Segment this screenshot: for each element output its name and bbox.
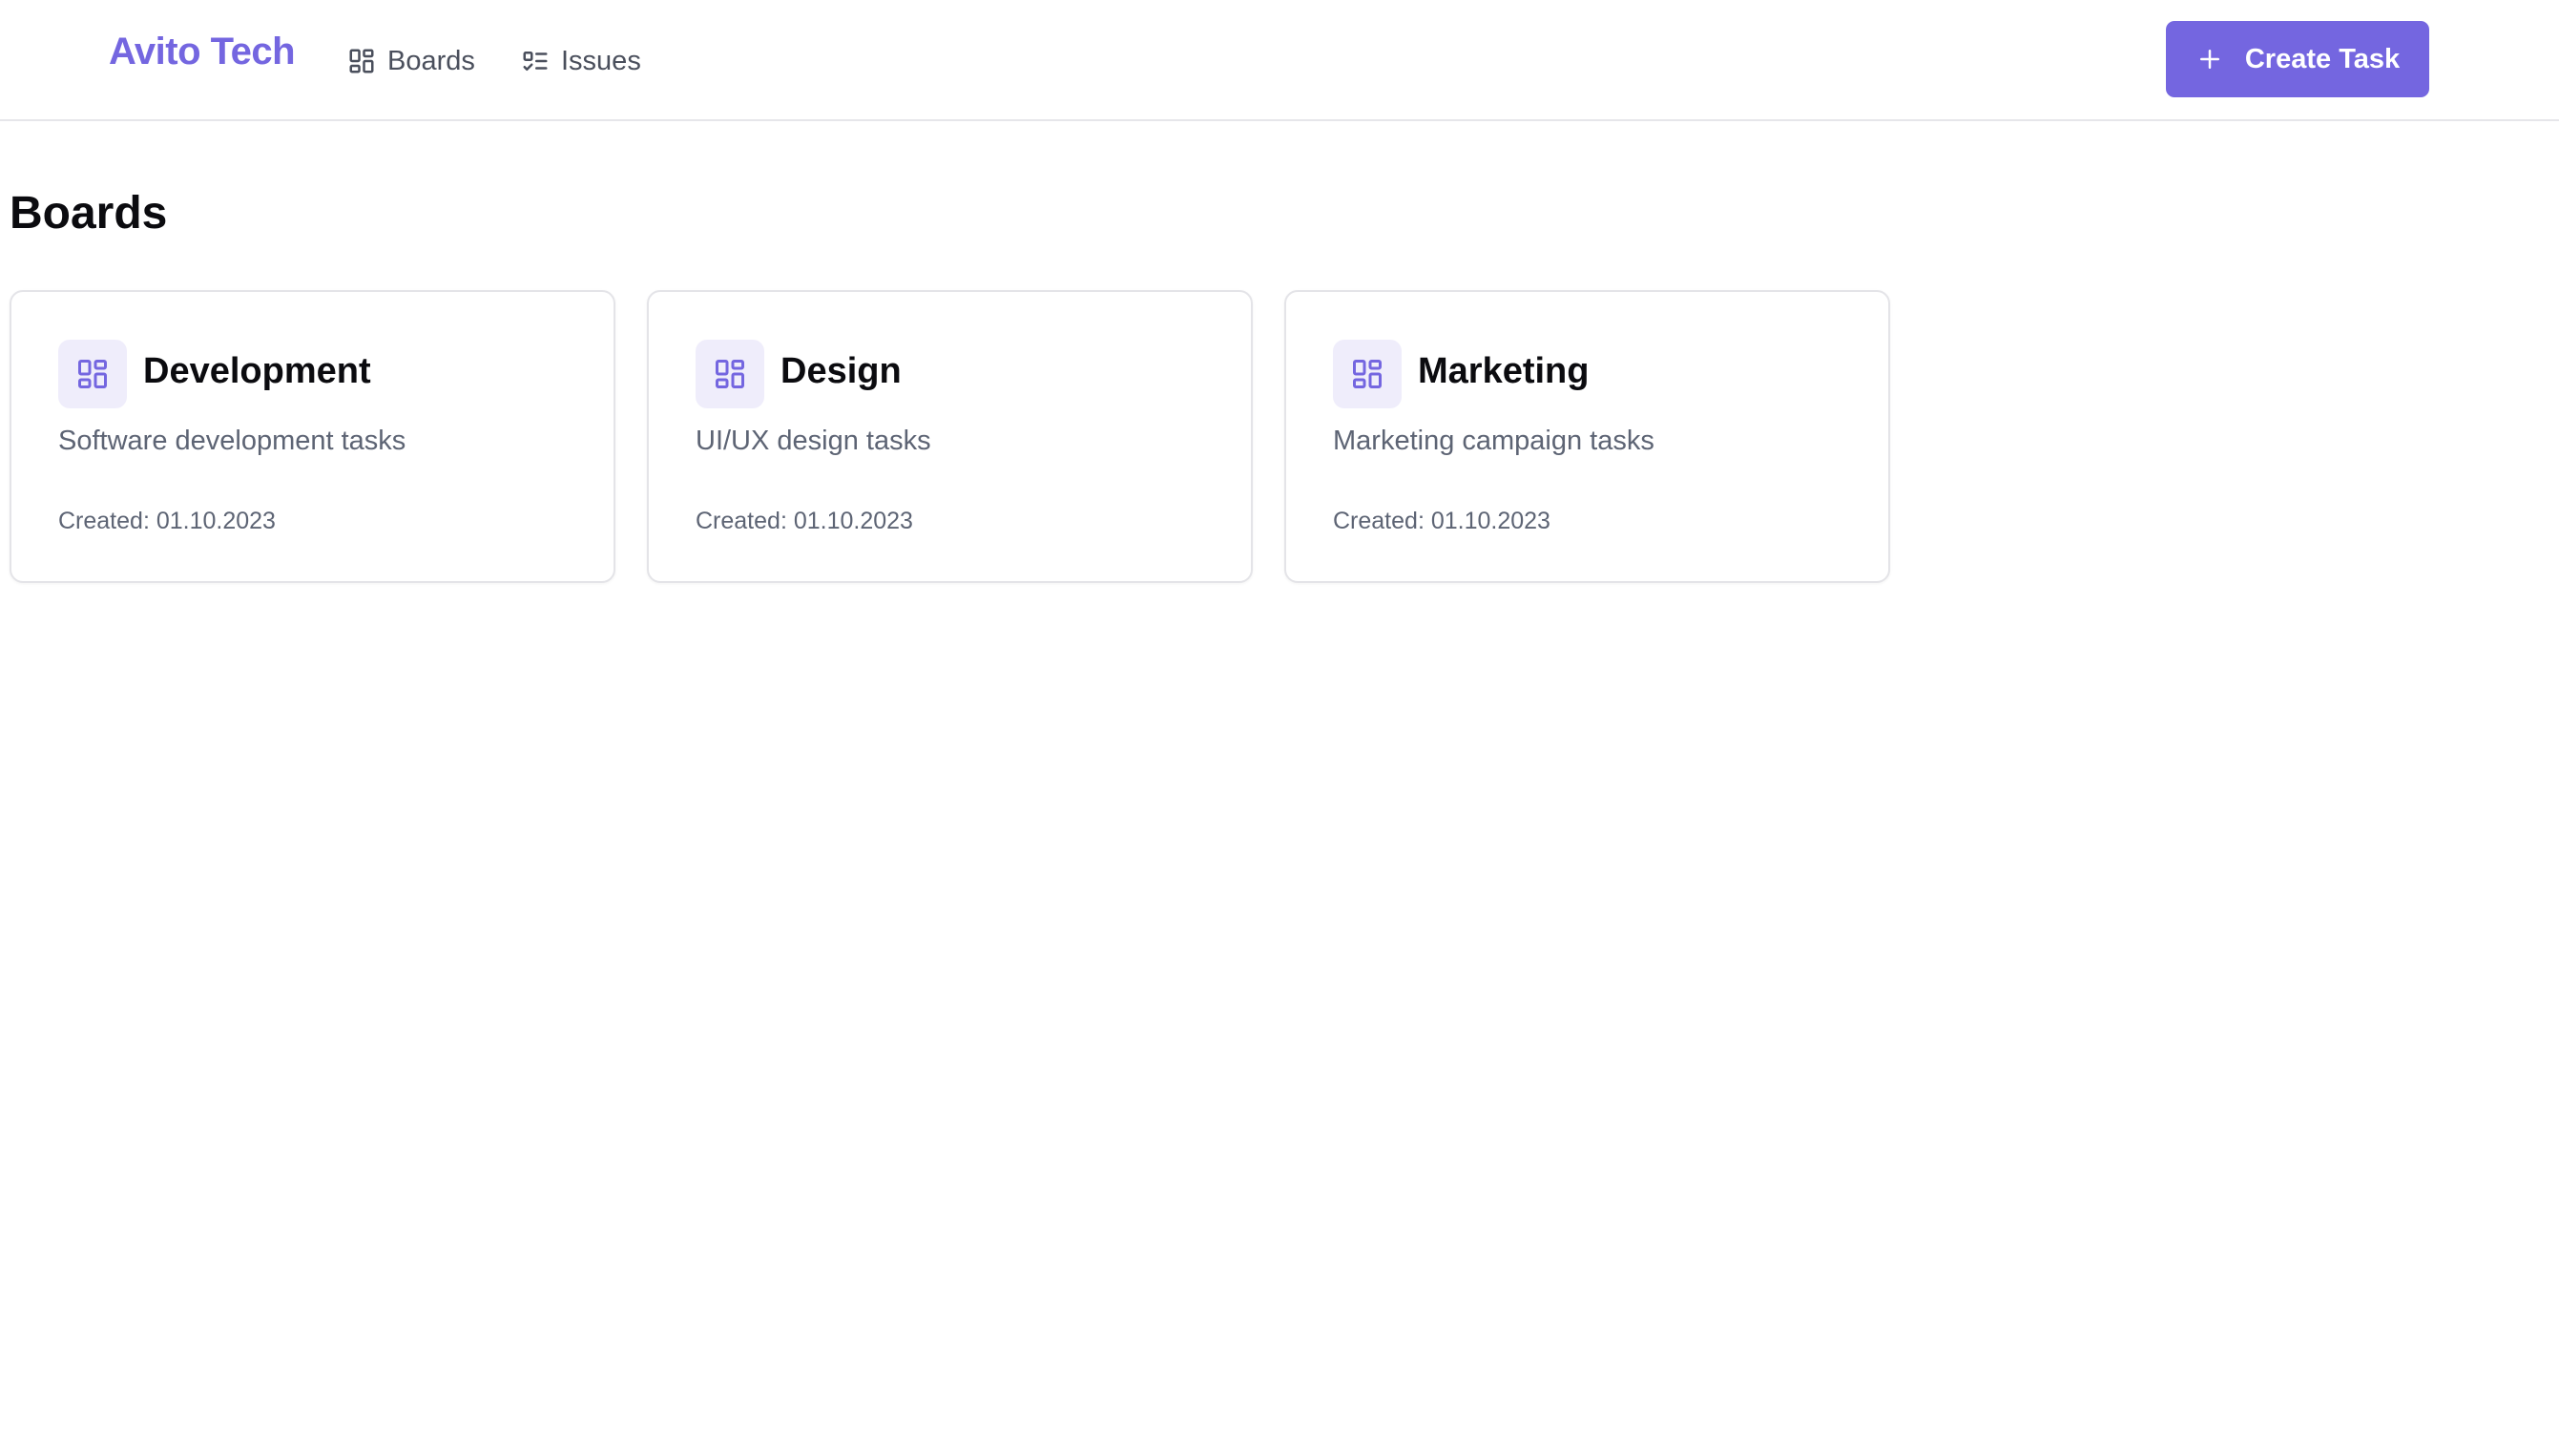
page-title: Boards (10, 188, 168, 239)
board-description: Marketing campaign tasks (1333, 426, 1654, 456)
plus-icon (2199, 50, 2219, 69)
layout-dashboard-icon (1353, 360, 1382, 388)
board-title: Development (143, 351, 371, 391)
top-navbar: Avito Tech Boards Issues Create Task (0, 0, 2559, 121)
list-checks-icon (523, 52, 548, 71)
boards-grid: Development Software development tasks C… (10, 290, 1890, 583)
board-created-date: Created: 01.10.2023 (696, 508, 913, 534)
nav-boards[interactable]: Boards (347, 42, 475, 80)
nav-issues-label: Issues (561, 45, 641, 76)
layout-dashboard-icon (349, 49, 374, 73)
nav-boards-label: Boards (387, 45, 475, 76)
board-title: Design (780, 351, 902, 391)
board-description: Software development tasks (58, 426, 406, 456)
create-task-label: Create Task (2244, 43, 2401, 74)
board-title: Marketing (1418, 351, 1590, 391)
board-card-marketing[interactable]: Marketing Marketing campaign tasks Creat… (1284, 290, 1890, 583)
board-icon-container (696, 340, 764, 408)
board-icon-container (1333, 340, 1402, 408)
board-description: UI/UX design tasks (696, 426, 931, 456)
nav-issues[interactable]: Issues (521, 42, 641, 80)
layout-dashboard-icon (78, 360, 107, 388)
board-created-date: Created: 01.10.2023 (58, 508, 276, 534)
create-task-button[interactable]: Create Task (2166, 21, 2429, 97)
board-card-development[interactable]: Development Software development tasks C… (10, 290, 615, 583)
layout-dashboard-icon (716, 360, 744, 388)
board-created-date: Created: 01.10.2023 (1333, 508, 1550, 534)
logo[interactable]: Avito Tech (109, 31, 296, 73)
board-icon-container (58, 340, 127, 408)
board-card-design[interactable]: Design UI/UX design tasks Created: 01.10… (647, 290, 1253, 583)
